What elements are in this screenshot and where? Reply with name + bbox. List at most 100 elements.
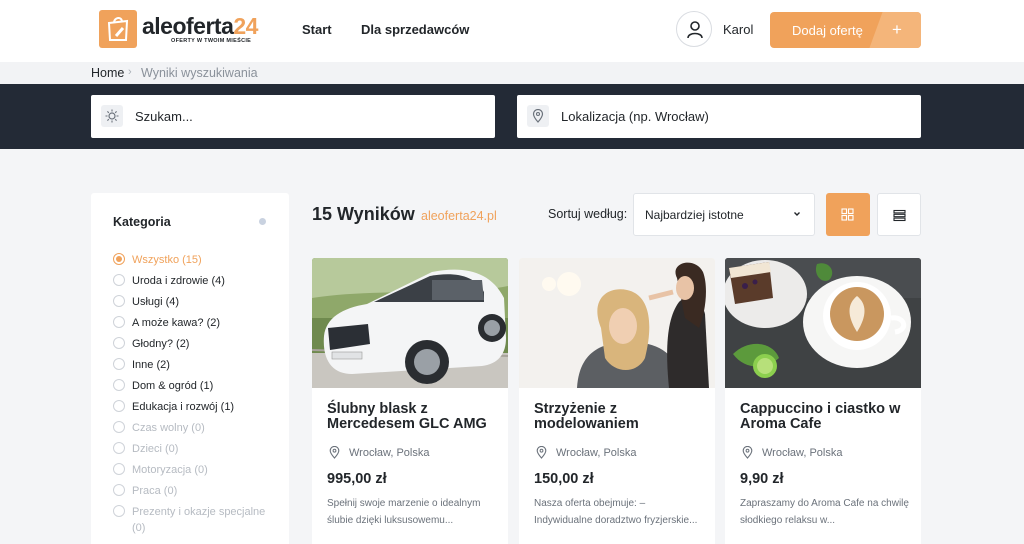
card-price: 9,90 zł [740,471,784,487]
category-radio[interactable] [113,253,125,265]
location-input[interactable]: Lokalizacja (np. Wrocław) [517,95,921,138]
collapse-dot-icon[interactable] [259,218,266,225]
card-location: Wrocław, Polska [740,445,910,461]
category-item[interactable]: Dom & ogród (1) [113,377,283,397]
category-label: Głodny? (2) [132,338,190,350]
lightbulb-icon [101,105,123,127]
category-title: Kategoria [113,215,171,229]
card-title[interactable]: Strzyżenie z modelowaniem [534,402,704,432]
category-radio[interactable] [113,358,125,370]
category-radio[interactable] [113,484,125,496]
category-item[interactable]: Usługi (4) [113,293,283,313]
breadcrumb: Home › Wyniki wyszukiwania [0,62,1024,84]
category-radio[interactable] [113,337,125,349]
logo-tagline: OFERTY W TWOIM MIEŚCIE [171,38,252,44]
card-location-text: Wrocław, Polska [762,447,843,459]
user-name[interactable]: Karol [723,22,753,37]
card-description: Zapraszamy do Aroma Cafe na chwilę słodk… [740,498,909,526]
category-label: Usługi (4) [132,296,180,308]
category-radio[interactable] [113,442,125,454]
offer-card[interactable]: Ślubny blask z Mercedesem GLC AMG Wrocła… [312,258,508,544]
card-location-text: Wrocław, Polska [349,447,430,459]
category-item[interactable]: Dzieci (0) [113,440,283,460]
card-description: Nasza oferta obejmuje: – Indywidualne do… [534,498,698,526]
grid-icon [841,208,854,221]
logo-wordmark: aleoferta24 [142,13,258,39]
add-offer-label: Dodaj ofertę [792,23,863,38]
category-label: Czas wolny (0) [132,422,205,434]
category-label: Uroda i zdrowie (4) [132,275,225,287]
category-radio[interactable] [113,379,125,391]
category-label: Dom & ogród (1) [132,380,214,392]
list-icon [893,209,906,222]
category-label: Dzieci (0) [132,443,179,455]
breadcrumb-home[interactable]: Home [91,66,124,80]
category-radio[interactable] [113,274,125,286]
sort-value: Najbardziej istotne [645,208,744,222]
card-title[interactable]: Ślubny blask z Mercedesem GLC AMG [327,402,497,432]
nav-sellers[interactable]: Dla sprzedawców [361,22,469,37]
card-location: Wrocław, Polska [534,445,704,461]
card-location: Wrocław, Polska [327,445,497,461]
offer-card[interactable]: Strzyżenie z modelowaniem Wrocław, Polsk… [519,258,715,544]
category-radio[interactable] [113,400,125,412]
category-radio[interactable] [113,421,125,433]
breadcrumb-separator-icon: › [128,66,132,78]
chevron-down-icon [794,212,800,216]
map-pin-icon [536,446,547,459]
plus-icon: + [892,20,902,39]
coffee-cake-photo [725,258,921,388]
mercedes-photo [312,258,508,388]
nav-start[interactable]: Start [302,22,332,37]
map-pin-icon [329,446,340,459]
list-view-button[interactable] [877,193,921,236]
category-item[interactable]: Głodny? (2) [113,335,283,355]
card-location-text: Wrocław, Polska [556,447,637,459]
sort-select[interactable]: Najbardziej istotne [633,193,815,236]
category-item[interactable]: Wszystko (15) [113,251,283,271]
results-count: 15 Wyników [312,204,415,224]
search-query-placeholder: Szukam... [135,109,193,124]
card-price: 150,00 zł [534,471,594,487]
category-label: Wszystko (15) [132,254,202,266]
sort-label: Sortuj według: [548,207,628,221]
grid-view-button[interactable] [826,193,870,236]
category-radio[interactable] [113,505,125,517]
category-radio[interactable] [113,295,125,307]
category-item[interactable]: Uroda i zdrowie (4) [113,272,283,292]
search-query-input[interactable]: Szukam... [91,95,495,138]
breadcrumb-current: Wyniki wyszukiwania [141,66,258,80]
category-item[interactable]: Edukacja i rozwój (1) [113,398,283,418]
hair-salon-photo [519,258,715,388]
category-sidebar: Kategoria Wszystko (15) Uroda i zdrowie (… [91,193,289,544]
results-domain: aleoferta24.pl [421,209,497,223]
category-radio[interactable] [113,463,125,475]
category-label: Inne (2) [132,359,170,371]
category-item[interactable]: Praca (0) [113,482,283,502]
user-icon [687,21,703,39]
category-label: Edukacja i rozwój (1) [132,401,235,413]
search-band: Szukam... Lokalizacja (np. Wrocław) [0,84,1024,149]
category-item[interactable]: Czas wolny (0) [113,419,283,439]
card-title[interactable]: Cappuccino i ciastko w Aroma Cafe [740,402,910,432]
site-header: aleoferta24 OFERTY W TWOIM MIEŚCIE Start… [0,0,1024,62]
site-logo[interactable]: aleoferta24 OFERTY W TWOIM MIEŚCIE [99,10,259,50]
user-avatar-button[interactable] [676,11,712,47]
card-price: 995,00 zł [327,471,387,487]
category-radio[interactable] [113,316,125,328]
map-pin-icon [742,446,753,459]
map-pin-icon [527,105,549,127]
category-label: A może kawa? (2) [132,317,221,329]
category-label: Motoryzacja (0) [132,464,208,476]
category-item[interactable]: Inne (2) [113,356,283,376]
category-item[interactable]: Prezenty i okazje specjalne (0) [113,503,283,534]
offer-card[interactable]: Cappuccino i ciastko w Aroma Cafe Wrocła… [725,258,921,544]
category-label: Prezenty i okazje specjalne (0) [132,506,266,534]
category-item[interactable]: Motoryzacja (0) [113,461,283,481]
shopping-bag-logo-icon [99,10,137,48]
location-placeholder: Lokalizacja (np. Wrocław) [561,109,709,124]
category-label: Praca (0) [132,485,178,497]
card-description: Spełnij swoje marzenie o idealnym ślubie… [327,498,481,526]
category-item[interactable]: A może kawa? (2) [113,314,283,334]
add-offer-button[interactable]: Dodaj ofertę + [770,12,921,48]
